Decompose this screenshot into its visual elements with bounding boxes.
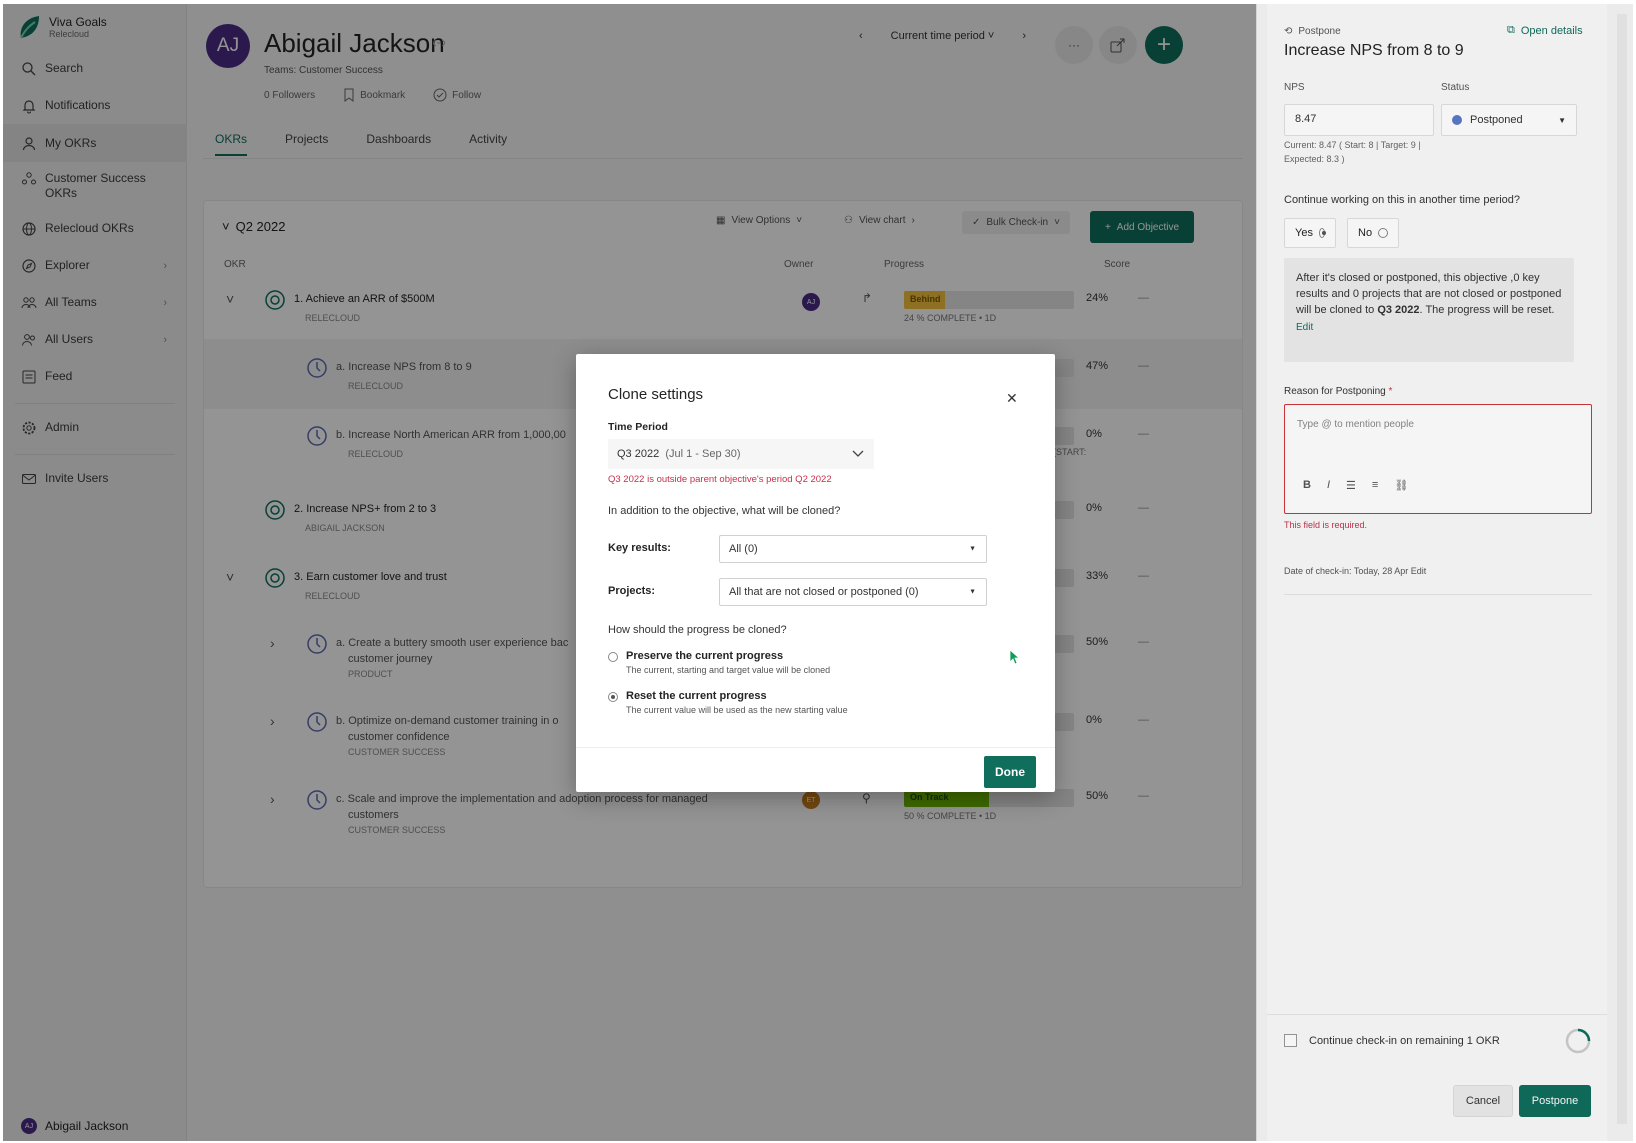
- panel-backdrop: [1256, 4, 1633, 1141]
- key-results-label: Key results:: [608, 542, 671, 554]
- dialog-title: Clone settings: [608, 386, 704, 403]
- option-title: Preserve the current progress: [626, 650, 784, 662]
- projects-value: All that are not closed or postponed (0): [729, 586, 919, 598]
- time-period-value: Q3 2022: [617, 448, 660, 460]
- clone-settings-dialog: Clone settings ✕ Time Period Q3 2022 (Ju…: [576, 354, 1055, 792]
- time-period-error: Q3 2022 is outside parent objective's pe…: [608, 474, 832, 485]
- caret-down-icon: ▼: [969, 588, 976, 596]
- progress-question: How should the progress be cloned?: [608, 624, 787, 636]
- key-results-value: All (0): [729, 543, 758, 555]
- chevron-down-icon: [852, 450, 864, 457]
- caret-down-icon: ▼: [969, 545, 976, 553]
- reset-progress-radio[interactable]: [608, 692, 618, 702]
- close-icon[interactable]: ✕: [1006, 390, 1018, 407]
- time-period-label: Time Period: [608, 421, 668, 433]
- preserve-progress-radio[interactable]: [608, 652, 618, 662]
- option-title: Reset the current progress: [626, 690, 767, 702]
- time-period-dropdown[interactable]: Q3 2022 (Jul 1 - Sep 30): [608, 439, 874, 469]
- done-button[interactable]: Done: [984, 756, 1036, 788]
- option-description: The current value will be used as the ne…: [626, 705, 848, 715]
- mouse-cursor-icon: [1009, 649, 1021, 665]
- option-description: The current, starting and target value w…: [626, 665, 831, 675]
- app-window: Viva Goals Relecloud Search Notification…: [3, 4, 1633, 1141]
- projects-dropdown[interactable]: All that are not closed or postponed (0)…: [719, 578, 987, 606]
- projects-label: Projects:: [608, 585, 656, 597]
- time-period-range: (Jul 1 - Sep 30): [665, 448, 741, 460]
- key-results-dropdown[interactable]: All (0) ▼: [719, 535, 987, 563]
- dialog-footer-divider: [576, 747, 1055, 748]
- preserve-progress-option[interactable]: Preserve the current progress The current…: [608, 650, 830, 675]
- reset-progress-option[interactable]: Reset the current progress The current va…: [608, 690, 848, 715]
- clone-question: In addition to the objective, what will …: [608, 505, 841, 517]
